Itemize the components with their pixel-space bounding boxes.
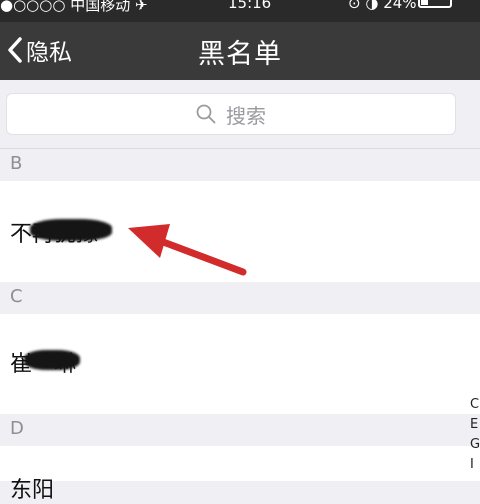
annotation-arrow [128,224,247,276]
arrow-head-icon [128,224,170,258]
